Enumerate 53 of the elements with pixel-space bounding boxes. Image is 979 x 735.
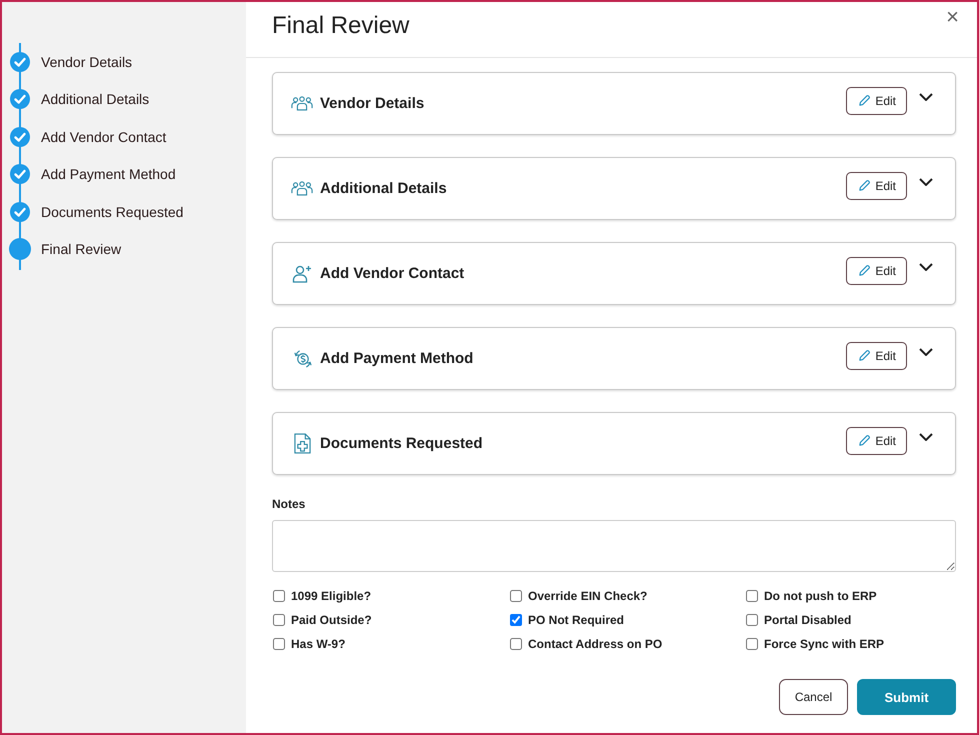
step-label[interactable]: Add Payment Method: [41, 166, 176, 182]
step-label[interactable]: Additional Details: [41, 91, 150, 108]
chevron-toggle[interactable]: [917, 430, 935, 442]
pencil-icon: [858, 264, 872, 277]
checkbox-label: 1099 Eligible?: [291, 589, 372, 603]
checkbox[interactable]: [273, 590, 285, 602]
page-title: Final Review: [272, 12, 410, 40]
notes-label: Notes: [272, 497, 306, 511]
checkbox-label: Do not push to ERP: [764, 589, 877, 603]
edit-button[interactable]: Edit: [846, 86, 907, 114]
pencil-icon: [858, 94, 872, 107]
checkbox[interactable]: [510, 614, 522, 626]
people-group-icon: [290, 96, 314, 111]
submit-button[interactable]: Submit: [857, 679, 956, 715]
edit-button[interactable]: Edit: [846, 172, 907, 200]
checkbox-label: Override EIN Check?: [528, 589, 648, 603]
step-label[interactable]: Final Review: [41, 241, 122, 258]
checkbox-label: Contact Address on PO: [528, 637, 662, 651]
checkbox-label: Force Sync with ERP: [764, 637, 884, 651]
step-label[interactable]: Add Vendor Contact: [41, 128, 166, 145]
section-title: Documents Requested: [320, 435, 484, 452]
checkbox[interactable]: [746, 638, 758, 650]
checkbox-label: Paid Outside?: [291, 613, 372, 627]
chevron-toggle[interactable]: [917, 346, 935, 358]
pencil-icon: [858, 434, 872, 447]
section-title: Additional Details: [320, 180, 448, 197]
person-add-icon: [290, 264, 314, 282]
step-label[interactable]: Documents Requested: [41, 204, 184, 220]
checkbox-label: PO Not Required: [528, 613, 624, 627]
section-title: Vendor Details: [320, 95, 426, 112]
checkbox-label: Has W-9?: [291, 637, 346, 651]
checkbox[interactable]: [746, 614, 758, 626]
chevron-toggle[interactable]: [917, 90, 935, 102]
section-title: Add Vendor Contact: [320, 265, 466, 282]
chevron-toggle[interactable]: [917, 260, 935, 272]
people-group-icon: [290, 181, 314, 196]
checkbox[interactable]: [273, 614, 285, 626]
checkbox[interactable]: [510, 638, 522, 650]
section-title: Add Payment Method: [320, 350, 474, 367]
step-label[interactable]: Vendor Details: [41, 54, 132, 70]
notes-field[interactable]: [272, 520, 956, 572]
checkbox[interactable]: [746, 590, 758, 602]
edit-button[interactable]: Edit: [846, 256, 907, 284]
chevron-toggle[interactable]: [917, 176, 935, 188]
checkbox[interactable]: [273, 638, 285, 650]
close-button[interactable]: ×: [946, 6, 959, 28]
edit-button[interactable]: Edit: [846, 342, 907, 370]
pencil-icon: [858, 179, 872, 192]
pencil-icon: [858, 349, 872, 362]
checkbox[interactable]: [510, 590, 522, 602]
cancel-button[interactable]: Cancel: [779, 679, 848, 715]
edit-button[interactable]: Edit: [846, 426, 907, 454]
checkbox-label: Portal Disabled: [764, 613, 852, 627]
